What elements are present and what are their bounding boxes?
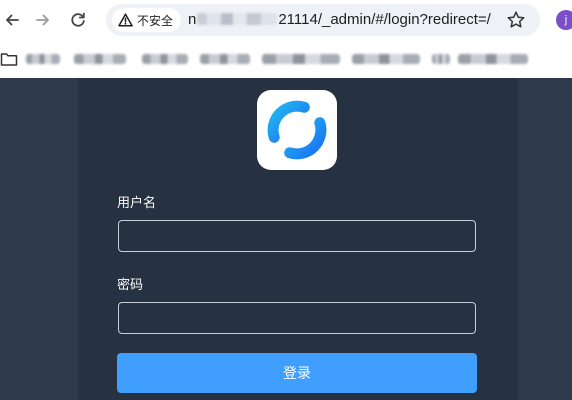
login-panel: 用户名 密码 登录 — [78, 78, 518, 400]
bookmark-item-redacted[interactable] — [200, 54, 250, 64]
ring-logo-icon — [267, 100, 327, 160]
forward-button[interactable] — [31, 8, 55, 32]
browser-toolbar: 不安全 n 21114/_admin/#/login?redirect=/ j — [0, 0, 572, 40]
arrow-left-icon — [6, 14, 19, 26]
back-button[interactable] — [0, 8, 24, 32]
password-input[interactable] — [118, 302, 476, 334]
folder-icon[interactable] — [0, 50, 18, 68]
browser-chrome: 不安全 n 21114/_admin/#/login?redirect=/ j — [0, 0, 572, 78]
login-button[interactable]: 登录 — [117, 353, 477, 393]
address-bar[interactable]: 不安全 n 21114/_admin/#/login?redirect=/ — [106, 4, 540, 36]
bookmark-item-redacted[interactable] — [432, 54, 450, 64]
username-label: 用户名 — [117, 196, 157, 211]
star-icon[interactable] — [506, 10, 526, 30]
url-text[interactable]: n 21114/_admin/#/login?redirect=/ — [188, 4, 491, 36]
bookmark-item-redacted[interactable] — [26, 54, 60, 64]
bookmark-item-redacted[interactable] — [142, 54, 188, 64]
password-label: 密码 — [117, 278, 144, 293]
profile-avatar[interactable]: j — [556, 10, 572, 30]
bookmark-item-redacted[interactable] — [352, 54, 420, 64]
security-label: 不安全 — [137, 13, 174, 28]
url-prefix: n — [188, 11, 197, 28]
url-path: 21114/_admin/#/login?redirect=/ — [278, 11, 491, 28]
reload-button[interactable] — [66, 8, 90, 32]
bookmark-item-redacted[interactable] — [262, 54, 340, 64]
page-background: 用户名 密码 登录 — [0, 78, 572, 400]
bookmark-item-redacted[interactable] — [74, 54, 126, 64]
reload-icon — [71, 12, 85, 27]
url-redacted-segment — [197, 13, 278, 25]
arrow-right-icon — [36, 14, 49, 26]
warning-triangle-icon — [118, 13, 133, 27]
app-logo — [257, 90, 337, 170]
username-input[interactable] — [118, 220, 476, 252]
bookmark-item-redacted[interactable] — [458, 54, 528, 64]
security-chip[interactable]: 不安全 — [112, 8, 182, 32]
bookmarks-bar — [0, 40, 572, 78]
